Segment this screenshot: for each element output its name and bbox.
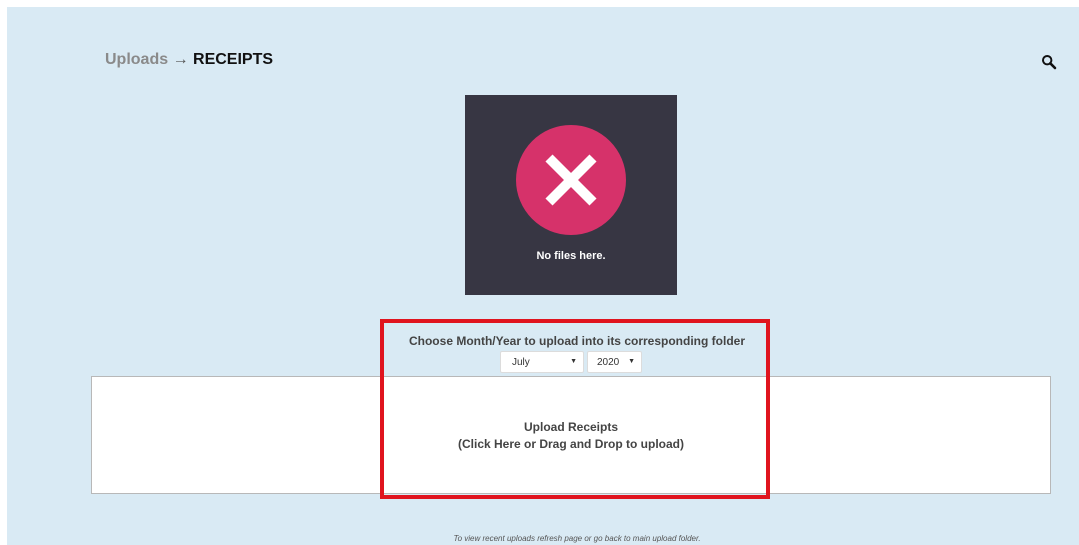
search-icon — [1042, 55, 1057, 70]
empty-state-message: No files here. — [536, 250, 606, 262]
dropdown-arrow-icon: ▼ — [628, 358, 635, 365]
breadcrumb-arrow: → — [168, 51, 194, 68]
breadcrumb-uploads-link[interactable]: Uploads — [105, 51, 168, 68]
month-year-label: Choose Month/Year to upload into its cor… — [408, 334, 745, 348]
x-circle-icon — [516, 125, 626, 235]
breadcrumb: Uploads → RECEIPTS — [105, 51, 273, 69]
year-select-value: 2020 — [597, 357, 620, 368]
breadcrumb-current: RECEIPTS — [193, 51, 274, 68]
dropzone-title: Upload Receipts — [523, 420, 619, 434]
month-select[interactable]: July ▼ — [500, 351, 584, 373]
footer-note: To view recent uploads refresh page or g… — [453, 534, 701, 543]
upload-dropzone[interactable]: Upload Receipts (Click Here or Drag and … — [91, 376, 1051, 494]
search-button[interactable] — [1041, 54, 1057, 70]
dropzone-subtitle: (Click Here or Drag and Drop to upload) — [457, 437, 685, 451]
dropdown-arrow-icon: ▼ — [570, 358, 577, 365]
empty-state-panel: No files here. — [465, 95, 677, 295]
year-select[interactable]: 2020 ▼ — [587, 351, 642, 373]
upload-page: Uploads → RECEIPTS No files here. Choose… — [7, 7, 1079, 545]
month-select-value: July — [512, 357, 530, 368]
